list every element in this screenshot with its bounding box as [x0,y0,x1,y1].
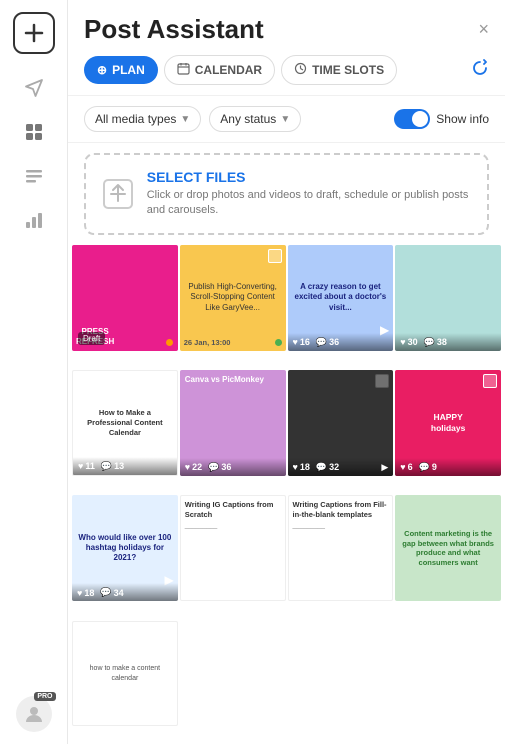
media-type-filter[interactable]: All media types ▼ [84,106,201,132]
sidebar-item-send[interactable] [16,70,52,106]
calendar-icon [177,62,190,78]
grid-item[interactable]: Publish High-Converting, Scroll-Stopping… [180,245,286,351]
grid-item[interactable]: ♥30 💬38 [395,245,501,351]
tab-plan[interactable]: ⊕ PLAN [84,56,158,84]
status-filter[interactable]: Any status ▼ [209,106,301,132]
app-logo[interactable] [13,12,55,54]
tab-bar: ⊕ PLAN CALENDAR [84,55,489,85]
grid-item[interactable]: Who would like over 100 hashtag holidays… [72,495,178,601]
grid-checkbox[interactable] [268,249,282,263]
pro-badge: PRO [34,692,55,701]
grid-stats: ♥6 💬9 [395,458,501,476]
upload-title: SELECT FILES [147,169,471,185]
upload-description: Click or drop photos and videos to draft… [147,188,471,219]
upload-text: SELECT FILES Click or drop photos and vi… [147,169,471,219]
grid-item[interactable]: ♥18 💬32 ▶ [288,370,394,476]
sidebar-item-media[interactable] [16,114,52,150]
status-dot [275,339,282,346]
user-avatar[interactable]: PRO [16,696,52,732]
grid-item[interactable]: Content marketing is the gap between wha… [395,495,501,601]
header: Post Assistant × ⊕ PLAN CALENDAR [68,0,505,96]
refresh-button[interactable] [471,59,489,82]
toggle-knob [412,111,428,127]
grid-stats: ♥18 💬32 ▶ [288,458,394,476]
media-type-label: All media types [95,112,176,126]
tab-timeslots[interactable]: TIME SLOTS [281,55,397,85]
status-dot [166,339,173,346]
grid-item[interactable]: Writing Captions from Fill-in-the-blank … [288,495,394,601]
grid-checkbox[interactable] [483,374,497,388]
grid-checkbox[interactable] [375,374,389,388]
grid-item[interactable]: HAPPYholidays ♥6 💬9 [395,370,501,476]
close-button[interactable]: × [478,19,489,40]
tab-calendar-label: CALENDAR [195,63,262,77]
tab-timeslots-label: TIME SLOTS [312,63,384,77]
grid-item[interactable]: Writing IG Captions from Scratch _______… [180,495,286,601]
page-title: Post Assistant [84,14,264,45]
grid-item[interactable]: PRESSREFRESH Draft [72,245,178,351]
grid-stats: ♥11 💬13 [73,457,177,475]
chevron-down-icon: ▼ [180,114,190,125]
upload-icon [102,174,135,214]
plan-icon: ⊕ [97,63,107,77]
tab-plan-label: PLAN [112,63,145,77]
clock-icon [294,62,307,78]
status-label: Any status [220,112,276,126]
sidebar-item-chart[interactable] [16,202,52,238]
grid-stats: ♥30 💬38 [395,333,501,351]
grid-item[interactable]: how to make a content calendar [72,621,178,727]
show-info-toggle[interactable]: Show info [394,109,489,129]
grid-item[interactable]: A crazy reason to get excited about a do… [288,245,394,351]
filter-bar: All media types ▼ Any status ▼ Show info [68,96,505,143]
chevron-down-icon: ▼ [280,114,290,125]
toggle-switch[interactable] [394,109,430,129]
draft-badge: Draft [78,332,105,345]
show-info-label: Show info [436,112,489,126]
grid-stats: ♥22 💬36 [180,458,286,476]
grid-stats: ♥18 💬34 [72,583,178,601]
grid-item[interactable]: How to Make a Professional Content Calen… [72,370,178,476]
sidebar: PRO [0,0,68,744]
grid-stats: ♥16 💬36 [288,333,394,351]
tab-calendar[interactable]: CALENDAR [164,55,275,85]
sidebar-item-list[interactable] [16,158,52,194]
main-content: Post Assistant × ⊕ PLAN CALENDAR [68,0,505,744]
media-grid: PRESSREFRESH Draft Publish High-Converti… [68,245,505,744]
grid-item[interactable]: Canva vs PicMonkey ♥22 💬36 [180,370,286,476]
upload-area[interactable]: SELECT FILES Click or drop photos and vi… [84,153,489,235]
